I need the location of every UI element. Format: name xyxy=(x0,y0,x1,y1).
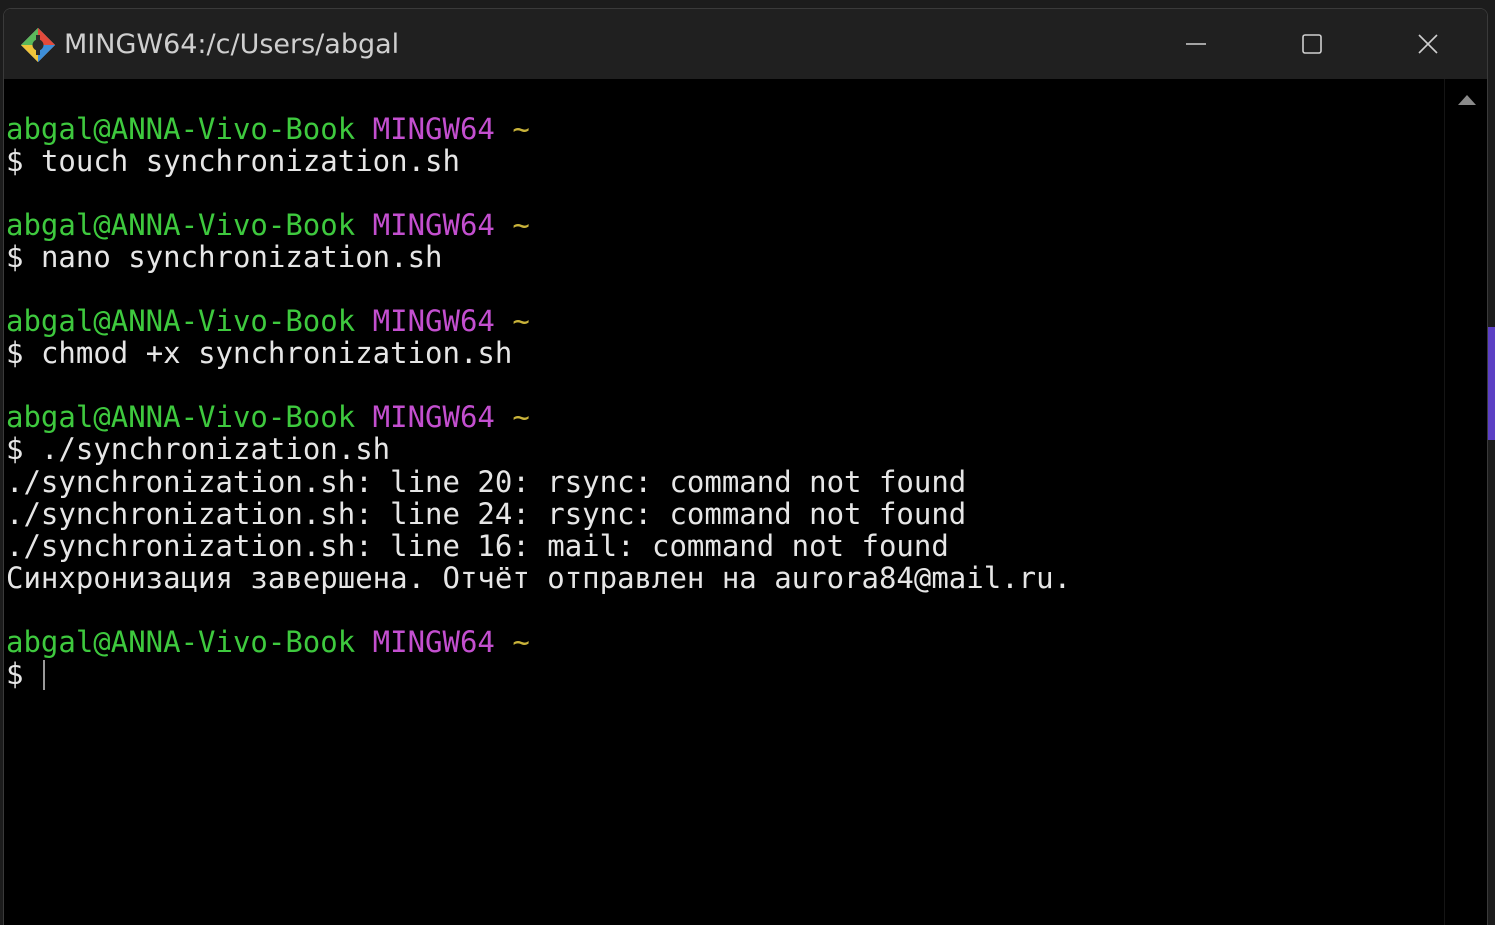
prompt-system: MINGW64 xyxy=(372,400,495,434)
prompt-path: ~ xyxy=(512,625,530,659)
prompt-symbol: $ xyxy=(6,336,24,370)
scroll-up-arrow-icon[interactable] xyxy=(1457,93,1477,107)
git-bash-icon xyxy=(21,28,55,62)
prompt-line: abgal@ANNA-Vivo-Book MINGW64 ~ xyxy=(6,401,530,433)
prompt-symbol: $ xyxy=(6,144,24,178)
output-line: Синхронизация завершена. Отчёт отправлен… xyxy=(6,561,1072,595)
prompt-system: MINGW64 xyxy=(372,304,495,338)
prompt-path: ~ xyxy=(512,304,530,338)
output-line: ./synchronization.sh: line 24: rsync: co… xyxy=(6,497,967,531)
command-text: chmod +x synchronization.sh xyxy=(40,336,513,370)
prompt-path: ~ xyxy=(512,208,530,242)
title-bar[interactable]: MINGW64:/c/Users/abgal xyxy=(4,9,1487,79)
minimize-icon xyxy=(1186,43,1206,45)
prompt-symbol: $ xyxy=(6,657,24,691)
prompt-user-host: abgal@ANNA-Vivo-Book xyxy=(6,625,356,659)
prompt-user-host: abgal@ANNA-Vivo-Book xyxy=(6,304,356,338)
prompt-user-host: abgal@ANNA-Vivo-Book xyxy=(6,208,356,242)
output-line: ./synchronization.sh: line 16: mail: com… xyxy=(6,529,949,563)
command-line: $ ./synchronization.sh xyxy=(6,433,390,465)
prompt-user-host: abgal@ANNA-Vivo-Book xyxy=(6,112,356,146)
prompt-user-host: abgal@ANNA-Vivo-Book xyxy=(6,400,356,434)
command-text: nano synchronization.sh xyxy=(40,240,443,274)
prompt-system: MINGW64 xyxy=(372,112,495,146)
maximize-button[interactable] xyxy=(1282,17,1342,71)
text-cursor xyxy=(42,660,45,690)
close-icon xyxy=(1418,34,1438,54)
prompt-line: abgal@ANNA-Vivo-Book MINGW64 ~ xyxy=(6,626,530,658)
prompt-line: abgal@ANNA-Vivo-Book MINGW64 ~ xyxy=(6,305,530,337)
maximize-icon xyxy=(1302,34,1322,54)
close-button[interactable] xyxy=(1398,17,1458,71)
prompt-system: MINGW64 xyxy=(372,208,495,242)
prompt-line: abgal@ANNA-Vivo-Book MINGW64 ~ xyxy=(6,209,530,241)
prompt-system: MINGW64 xyxy=(372,625,495,659)
prompt-symbol: $ xyxy=(6,240,24,274)
command-line: $ touch synchronization.sh xyxy=(6,145,460,177)
prompt-path: ~ xyxy=(512,400,530,434)
prompt-line: abgal@ANNA-Vivo-Book MINGW64 ~ xyxy=(6,113,530,145)
minimize-button[interactable] xyxy=(1166,17,1226,71)
command-line: $ chmod +x synchronization.sh xyxy=(6,337,512,369)
command-line[interactable]: $ xyxy=(6,658,45,690)
terminal-window: MINGW64:/c/Users/abgal abgal@ANNA-Vivo-B… xyxy=(3,8,1488,925)
terminal-output[interactable]: abgal@ANNA-Vivo-Book MINGW64 ~ $ touch s… xyxy=(4,79,1444,925)
window-title: MINGW64:/c/Users/abgal xyxy=(64,29,400,60)
command-text: touch synchronization.sh xyxy=(40,144,460,178)
command-text: ./synchronization.sh xyxy=(40,432,391,466)
vertical-scrollbar[interactable] xyxy=(1444,79,1487,925)
output-line: ./synchronization.sh: line 20: rsync: co… xyxy=(6,465,967,499)
prompt-path: ~ xyxy=(512,112,530,146)
command-line: $ nano synchronization.sh xyxy=(6,241,443,273)
prompt-symbol: $ xyxy=(6,432,24,466)
background-window-edge xyxy=(1488,327,1495,440)
